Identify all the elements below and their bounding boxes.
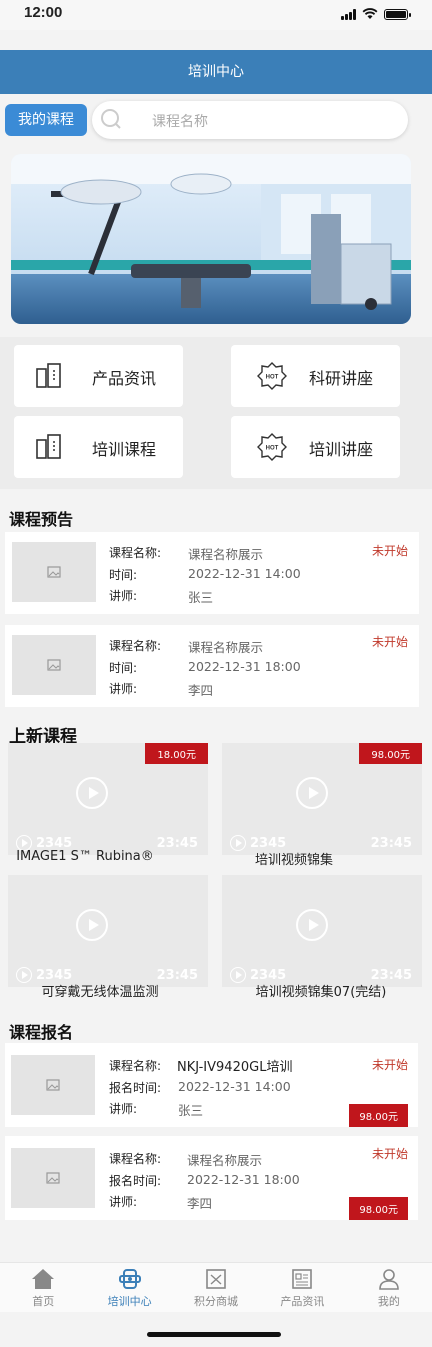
tab-label: 我的 bbox=[377, 1295, 400, 1308]
enroll-time-label: 报名时间: bbox=[109, 1174, 162, 1188]
bottom-tab-bar: 首页 培训中心 积分商城 产品资讯 我的 bbox=[0, 1262, 432, 1312]
image-placeholder-icon bbox=[11, 1148, 95, 1208]
training-course-icon bbox=[36, 434, 61, 459]
product-info-icon bbox=[36, 363, 61, 388]
training-center-icon bbox=[118, 1269, 141, 1289]
tab-news[interactable]: 产品资讯 bbox=[259, 1263, 345, 1312]
tab-home[interactable]: 首页 bbox=[0, 1263, 86, 1312]
course-name-label: 课程名称: bbox=[109, 1059, 162, 1073]
home-indicator[interactable] bbox=[147, 1332, 281, 1337]
quick-link-label: 培训讲座 bbox=[309, 440, 374, 459]
points-mall-icon bbox=[206, 1269, 226, 1289]
image-placeholder-icon bbox=[12, 635, 96, 695]
operating-room-illustration bbox=[11, 154, 411, 324]
lecturer-name: 张三 bbox=[188, 590, 214, 605]
status-badge: 未开始 bbox=[371, 544, 408, 558]
play-icon[interactable] bbox=[76, 909, 108, 941]
lecturer-name: 李四 bbox=[188, 683, 214, 698]
home-icon bbox=[32, 1269, 55, 1289]
lecturer-name: 张三 bbox=[178, 1103, 204, 1118]
play-icon[interactable] bbox=[76, 777, 108, 809]
course-name-label: 课程名称: bbox=[109, 639, 162, 653]
lecturer-label: 讲师: bbox=[109, 1102, 138, 1116]
course-video-tile[interactable]: 2345 23:45 98.00元 bbox=[222, 743, 422, 855]
quick-link-label: 培训课程 bbox=[92, 440, 157, 459]
quick-link-label: 产品资讯 bbox=[92, 369, 157, 388]
quick-link-research-lecture[interactable]: HOT 科研讲座 bbox=[231, 345, 400, 407]
battery-icon bbox=[384, 8, 411, 20]
price-button[interactable]: 98.00元 bbox=[349, 1104, 408, 1127]
course-title[interactable]: 培训视频锦集 bbox=[194, 849, 394, 868]
section-title-preview: 课程预告 bbox=[9, 510, 74, 529]
status-icons bbox=[341, 8, 411, 20]
profile-icon bbox=[379, 1269, 399, 1290]
quick-links: 产品资讯 HOT 科研讲座 培训课程 HOT 培训讲座 bbox=[0, 337, 432, 489]
my-courses-button[interactable]: 我的课程 bbox=[5, 104, 87, 136]
course-time: 2022-12-31 14:00 bbox=[188, 566, 301, 581]
course-video-tile[interactable]: 2345 23:45 bbox=[222, 875, 422, 987]
preview-card[interactable]: 课程名称: 课程名称展示 时间: 2022-12-31 14:00 讲师: 张三… bbox=[5, 532, 419, 614]
tab-label: 培训中心 bbox=[107, 1295, 152, 1308]
course-name: 课程名称展示 bbox=[188, 547, 264, 562]
search-placeholder: 课程名称 bbox=[152, 114, 208, 130]
price-tag: 98.00元 bbox=[359, 743, 422, 764]
image-placeholder-icon bbox=[12, 542, 96, 602]
tab-training-center[interactable]: 培训中心 bbox=[86, 1263, 172, 1312]
lecturer-label: 讲师: bbox=[109, 1195, 138, 1209]
wifi-icon bbox=[362, 8, 378, 19]
svg-text:HOT: HOT bbox=[266, 446, 279, 452]
time-label: 时间: bbox=[109, 568, 138, 582]
course-name: 课程名称展示 bbox=[187, 1153, 263, 1168]
quick-link-training-course[interactable]: 培训课程 bbox=[14, 416, 183, 478]
lecturer-name: 李四 bbox=[187, 1196, 213, 1211]
course-video-tile[interactable]: 2345 23:45 bbox=[8, 875, 208, 987]
hot-badge-icon: HOT bbox=[257, 362, 287, 390]
lecturer-label: 讲师: bbox=[109, 682, 138, 696]
quick-link-training-lecture[interactable]: HOT 培训讲座 bbox=[231, 416, 400, 478]
course-name-label: 课程名称: bbox=[109, 1152, 162, 1166]
price-button[interactable]: 98.00元 bbox=[349, 1197, 408, 1220]
enroll-time: 2022-12-31 14:00 bbox=[178, 1079, 291, 1094]
enrollment-card[interactable]: 课程名称: NKJ-IV9420GL培训 报名时间: 2022-12-31 14… bbox=[5, 1043, 418, 1127]
quick-link-product-info[interactable]: 产品资讯 bbox=[14, 345, 183, 407]
enroll-time-label: 报名时间: bbox=[109, 1081, 162, 1095]
course-video-tile[interactable]: 2345 23:45 18.00元 bbox=[8, 743, 208, 855]
course-time: 2022-12-31 18:00 bbox=[188, 659, 301, 674]
search-icon bbox=[101, 109, 121, 129]
tab-label: 产品资讯 bbox=[280, 1295, 325, 1308]
page-title: 培训中心 bbox=[0, 50, 432, 94]
section-title-enrollment: 课程报名 bbox=[9, 1023, 74, 1042]
status-badge: 未开始 bbox=[371, 1058, 408, 1072]
signal-icon bbox=[341, 8, 356, 20]
play-icon[interactable] bbox=[296, 777, 328, 809]
course-name: 课程名称展示 bbox=[188, 640, 264, 655]
hot-badge-icon: HOT bbox=[257, 433, 287, 461]
news-icon bbox=[292, 1269, 313, 1289]
course-name-label: 课程名称: bbox=[109, 546, 162, 560]
course-name: NKJ-IV9420GL培训 bbox=[177, 1060, 293, 1075]
tab-label: 积分商城 bbox=[194, 1295, 239, 1308]
status-badge: 未开始 bbox=[371, 1147, 408, 1161]
tab-points-mall[interactable]: 积分商城 bbox=[173, 1263, 259, 1312]
course-title[interactable]: IMAGE1 S™ Rubina® bbox=[0, 849, 185, 864]
play-icon[interactable] bbox=[296, 909, 328, 941]
quick-link-label: 科研讲座 bbox=[309, 369, 374, 388]
course-title[interactable]: 可穿戴无线体温监测 bbox=[0, 981, 200, 1000]
lecturer-label: 讲师: bbox=[109, 589, 138, 603]
course-title[interactable]: 培训视频锦集07(完结) bbox=[221, 981, 421, 1000]
preview-card[interactable]: 课程名称: 课程名称展示 时间: 2022-12-31 18:00 讲师: 李四… bbox=[5, 625, 419, 707]
status-badge: 未开始 bbox=[371, 635, 408, 649]
tab-profile[interactable]: 我的 bbox=[346, 1263, 432, 1312]
enroll-time: 2022-12-31 18:00 bbox=[187, 1172, 300, 1187]
status-time: 12:00 bbox=[24, 4, 63, 21]
search-input[interactable]: 课程名称 bbox=[92, 101, 408, 139]
banner-image[interactable] bbox=[11, 154, 411, 324]
image-placeholder-icon bbox=[11, 1055, 95, 1115]
tab-label: 首页 bbox=[32, 1295, 55, 1308]
status-bar: 12:00 bbox=[0, 0, 432, 30]
time-label: 时间: bbox=[109, 661, 138, 675]
enrollment-card[interactable]: 课程名称: 课程名称展示 报名时间: 2022-12-31 18:00 讲师: … bbox=[5, 1136, 418, 1220]
price-tag: 18.00元 bbox=[145, 743, 208, 764]
svg-text:HOT: HOT bbox=[266, 375, 279, 381]
